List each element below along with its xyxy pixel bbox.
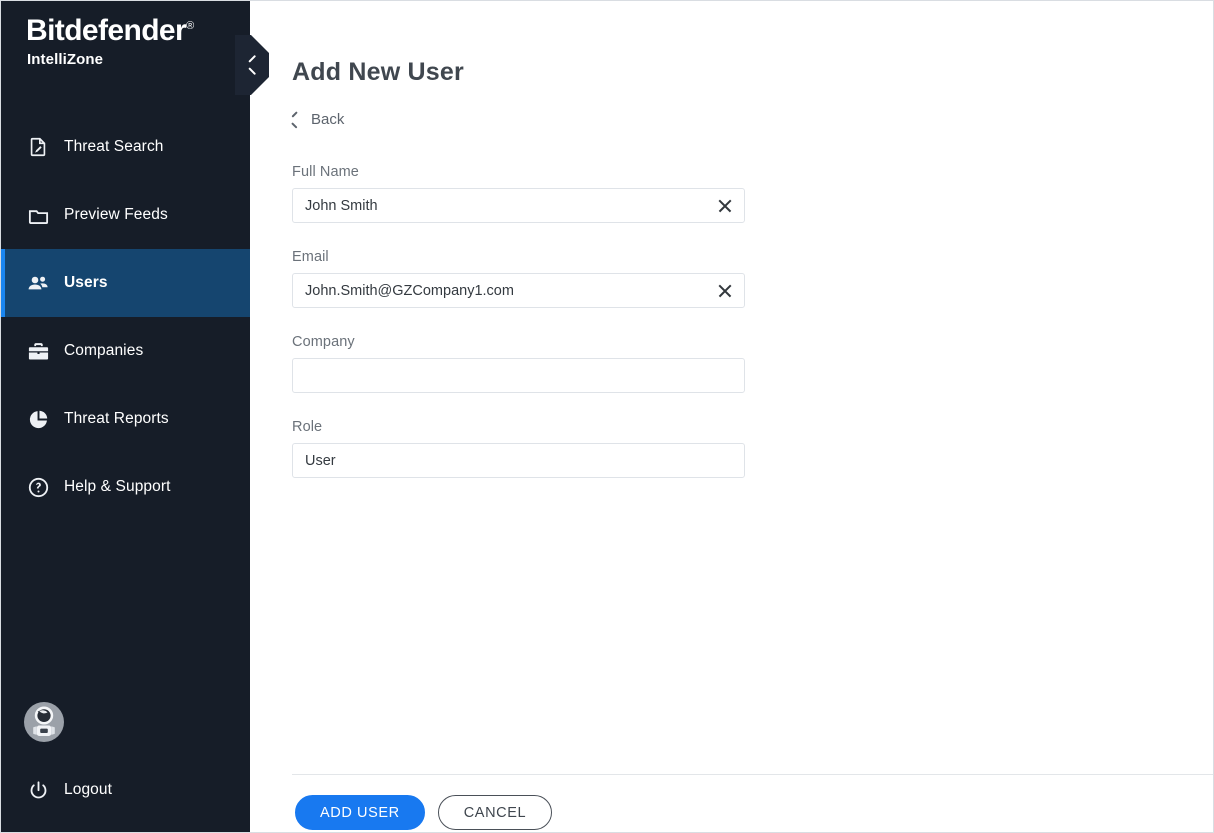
sidebar-nav: Threat Search Preview Feeds [1, 113, 250, 521]
field-label: Email [292, 249, 772, 265]
sidebar-item-label: Companies [64, 342, 143, 360]
add-user-button[interactable]: ADD USER [295, 795, 425, 830]
field-role: Role User [292, 419, 772, 478]
power-icon [25, 777, 51, 803]
logout-label: Logout [64, 781, 112, 799]
sidebar-item-label: Threat Search [64, 138, 164, 156]
sidebar-item-label: Help & Support [64, 478, 171, 496]
pie-chart-icon [25, 406, 51, 432]
role-value: User [293, 453, 336, 469]
folder-icon [25, 202, 51, 228]
sidebar-item-users[interactable]: Users [1, 249, 250, 317]
field-company: Company [292, 334, 772, 393]
email-input[interactable]: John.Smith@GZCompany1.com [292, 273, 745, 308]
field-email: Email John.Smith@GZCompany1.com [292, 249, 772, 308]
back-button[interactable]: Back [290, 108, 344, 130]
brand-logo-text: Bitdefender [26, 14, 186, 47]
role-select[interactable]: User [292, 443, 745, 478]
field-full-name: Full Name John Smith [292, 164, 772, 223]
company-select[interactable] [292, 358, 745, 393]
document-edit-icon [25, 134, 51, 160]
field-label: Full Name [292, 164, 772, 180]
question-circle-icon [25, 474, 51, 500]
brand-block: Bitdefender® IntelliZone [1, 1, 250, 121]
main-content: Add New User Back Full Name John Smith E… [250, 1, 1213, 832]
add-user-form: Full Name John Smith Email John.Smith@GZ… [292, 164, 772, 504]
sidebar-item-label: Users [64, 274, 108, 292]
app-window: Bitdefender® IntelliZone Threat Search [0, 0, 1214, 833]
sidebar-item-threat-search[interactable]: Threat Search [1, 113, 250, 181]
briefcase-icon [25, 338, 51, 364]
full-name-input[interactable]: John Smith [292, 188, 745, 223]
chevron-left-icon [248, 56, 259, 74]
footer-divider [292, 774, 1213, 775]
users-icon [25, 270, 51, 296]
registered-mark-icon: ® [186, 20, 194, 32]
field-label: Company [292, 334, 772, 350]
full-name-value: John Smith [293, 198, 378, 214]
field-label: Role [292, 419, 772, 435]
back-label: Back [311, 111, 344, 128]
avatar[interactable] [23, 701, 65, 743]
sidebar: Bitdefender® IntelliZone Threat Search [1, 1, 250, 832]
close-icon[interactable] [715, 281, 735, 301]
close-icon[interactable] [715, 196, 735, 216]
sidebar-item-label: Preview Feeds [64, 206, 168, 224]
bitdefender-logo: Bitdefender® [26, 14, 194, 48]
page-title: Add New User [292, 58, 464, 87]
chevron-left-icon [290, 112, 302, 126]
sidebar-item-companies[interactable]: Companies [1, 317, 250, 385]
sidebar-item-threat-reports[interactable]: Threat Reports [1, 385, 250, 453]
product-name: IntelliZone [27, 51, 103, 68]
sidebar-item-preview-feeds[interactable]: Preview Feeds [1, 181, 250, 249]
form-actions: ADD USER CANCEL [295, 795, 552, 830]
email-value: John.Smith@GZCompany1.com [293, 283, 514, 299]
logout-button[interactable]: Logout [25, 766, 112, 814]
sidebar-item-label: Threat Reports [64, 410, 169, 428]
sidebar-item-help-support[interactable]: Help & Support [1, 453, 250, 521]
cancel-button[interactable]: CANCEL [438, 795, 552, 830]
